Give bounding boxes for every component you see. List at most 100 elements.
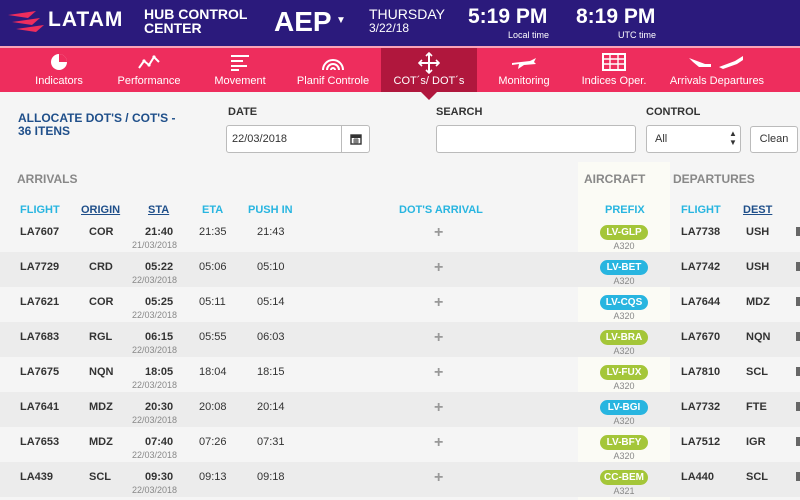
search-label: SEARCH: [436, 106, 483, 118]
aircraft-section-title: AIRCRAFT: [584, 172, 646, 186]
arrival-sta-date: 22/03/2018: [132, 345, 178, 355]
arrival-sta-date: 22/03/2018: [132, 415, 178, 425]
add-dot-arrival-plus-icon[interactable]: +: [434, 224, 443, 242]
departure-flight: LA7742: [681, 261, 721, 273]
add-dot-arrival-plus-icon[interactable]: +: [434, 364, 443, 382]
plane-icon: [484, 48, 564, 74]
arrival-flight: LA7675: [20, 366, 60, 378]
departure-dest: MDZ: [746, 296, 770, 308]
aircraft-prefix-badge[interactable]: LV-BRA: [600, 330, 648, 345]
col-origin-sort[interactable]: ORIGIN: [81, 204, 120, 216]
add-dot-arrival-plus-icon[interactable]: +: [434, 469, 443, 487]
radar-arc-icon: [288, 48, 378, 74]
chevron-down-icon[interactable]: ▼: [336, 15, 346, 26]
departure-dest: SCL: [746, 471, 768, 483]
local-time-label: Local time: [508, 30, 550, 40]
arrival-push-in: 18:15: [257, 366, 285, 378]
date-field[interactable]: 22/03/2018: [226, 125, 370, 153]
control-label: CONTROL: [646, 106, 701, 118]
hub-control-center-title: HUB CONTROL CENTER: [144, 7, 247, 35]
truncated-column-edge: [796, 227, 800, 236]
arrival-push-in: 20:14: [257, 401, 285, 413]
table-row: [0, 252, 800, 287]
aircraft-prefix-badge[interactable]: LV-FUX: [600, 365, 648, 380]
arrival-eta: 21:35: [199, 226, 227, 238]
arrival-sta: 18:05: [145, 366, 174, 378]
arrival-push-in: 05:10: [257, 261, 285, 273]
arrival-eta: 05:55: [199, 331, 227, 343]
departure-dest: SCL: [746, 366, 768, 378]
arrival-origin: RGL: [89, 331, 113, 343]
add-dot-arrival-plus-icon[interactable]: +: [434, 329, 443, 347]
truncated-column-edge: [796, 402, 800, 411]
aircraft-type: A320: [613, 311, 635, 321]
nav-movement[interactable]: Movement: [200, 48, 280, 92]
truncated-column-edge: [796, 367, 800, 376]
col-eta: ETA: [202, 204, 224, 216]
arrival-sta-date: 22/03/2018: [132, 310, 178, 320]
allocate-title-line2: 36 ITENS: [18, 124, 71, 138]
arrival-origin: MDZ: [89, 436, 113, 448]
nav-cots-dots[interactable]: COT´s/ DOT´s: [381, 48, 477, 92]
arrival-sta: 21:40: [145, 226, 174, 238]
clean-button[interactable]: Clean: [750, 126, 798, 153]
nav-monitoring[interactable]: Monitoring: [484, 48, 564, 92]
truncated-column-edge: [796, 472, 800, 481]
arrival-eta: 18:04: [199, 366, 227, 378]
add-dot-arrival-plus-icon[interactable]: +: [434, 399, 443, 417]
arrival-push-in: 07:31: [257, 436, 285, 448]
departure-flight: LA7512: [681, 436, 721, 448]
departure-flight: LA7738: [681, 226, 721, 238]
nav-indices-oper[interactable]: Indices Oper.: [574, 48, 654, 92]
add-dot-arrival-plus-icon[interactable]: +: [434, 259, 443, 277]
aircraft-type: A320: [613, 346, 635, 356]
arrival-flight: LA7621: [20, 296, 60, 308]
arrival-eta: 05:11: [199, 296, 226, 308]
truncated-column-edge: [796, 332, 800, 341]
calendar-icon[interactable]: [341, 126, 370, 152]
local-time: 5:19 PM: [468, 5, 548, 28]
arrival-flight: LA439: [20, 471, 54, 483]
truncated-column-edge: [796, 297, 800, 306]
nav-label: COT´s/ DOT´s: [393, 75, 465, 87]
col-sta-sort[interactable]: STA: [148, 204, 169, 216]
aircraft-prefix-badge[interactable]: LV-BGI: [600, 400, 648, 415]
aircraft-prefix-badge[interactable]: LV-CQS: [600, 295, 648, 310]
arrival-origin: NQN: [89, 366, 114, 378]
aircraft-prefix-badge[interactable]: LV-BET: [600, 260, 648, 275]
add-dot-arrival-plus-icon[interactable]: +: [434, 294, 443, 312]
aircraft-prefix-badge[interactable]: CC-BEM: [600, 470, 648, 485]
arrival-push-in: 06:03: [257, 331, 285, 343]
nav-performance[interactable]: Performance: [108, 48, 190, 92]
col-flight: FLIGHT: [20, 204, 60, 216]
arrival-flight: LA7683: [20, 331, 60, 343]
add-dot-arrival-plus-icon[interactable]: +: [434, 434, 443, 452]
aircraft-prefix-badge[interactable]: LV-BFY: [600, 435, 648, 450]
truncated-column-edge: [796, 262, 800, 271]
nav-indicators[interactable]: Indicators: [20, 48, 98, 92]
arrivals-section-title: ARRIVALS: [17, 172, 78, 186]
arrival-sta-date: 22/03/2018: [132, 275, 178, 285]
control-select[interactable]: All ▲ ▼: [646, 125, 741, 153]
search-input[interactable]: [436, 125, 636, 153]
arrival-flight: LA7653: [20, 436, 60, 448]
arrival-flight: LA7641: [20, 401, 60, 413]
arrival-sta-date: 21/03/2018: [132, 240, 178, 250]
arrival-origin: COR: [89, 226, 114, 238]
date-label: DATE: [228, 106, 258, 118]
col-dest-sort[interactable]: DEST: [743, 204, 772, 216]
table-row: [0, 427, 800, 462]
arrival-eta: 05:06: [199, 261, 227, 273]
table-row: [0, 357, 800, 392]
arrival-sta: 09:30: [145, 471, 174, 483]
nav-arrivals-departures[interactable]: Arrivals Departures: [664, 48, 770, 92]
arrival-origin: COR: [89, 296, 114, 308]
col-dots-arrival: DOT'S ARRIVAL: [399, 204, 483, 216]
airport-selector[interactable]: AEP: [274, 5, 332, 39]
plane-land-takeoff-icon: [664, 48, 770, 74]
arrival-sta: 06:15: [145, 331, 174, 343]
departure-dest: USH: [746, 261, 770, 273]
table-row: [0, 462, 800, 497]
nav-planif-controle[interactable]: Planif Controle: [288, 48, 378, 92]
aircraft-prefix-badge[interactable]: LV-GLP: [600, 225, 648, 240]
